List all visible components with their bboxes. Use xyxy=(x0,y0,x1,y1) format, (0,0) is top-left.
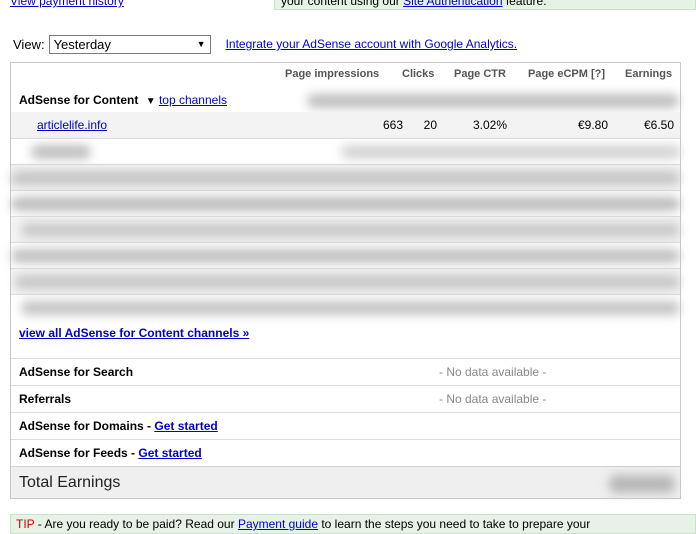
referrals-no-data: - No data available - xyxy=(439,392,547,406)
google-analytics-integration-link[interactable]: Integrate your AdSense account with Goog… xyxy=(226,37,518,51)
earnings-value: €6.50 xyxy=(643,118,674,132)
date-range-select[interactable]: Yesterday ▼ xyxy=(48,34,211,54)
table-row-redacted xyxy=(11,138,681,164)
section-title-text: AdSense for Content xyxy=(19,93,139,107)
table-row-redacted xyxy=(11,164,680,190)
adsense-for-search-row: AdSense for Search - No data available - xyxy=(11,358,680,384)
column-page-ecpm[interactable]: Page eCPM [?] xyxy=(528,68,605,80)
notice-suffix: feature. xyxy=(505,0,547,8)
chevron-down-icon[interactable]: ▼ xyxy=(146,96,156,107)
domains-title: AdSense for Domains xyxy=(19,419,144,433)
view-payment-history-link[interactable]: View payment history xyxy=(10,0,124,8)
redacted-region xyxy=(31,145,91,159)
table-row-redacted xyxy=(11,294,680,320)
column-earnings: Earnings xyxy=(625,68,673,80)
view-all-content-channels-link[interactable]: view all AdSense for Content channels » xyxy=(19,326,249,340)
redacted-region xyxy=(11,171,680,185)
domains-get-started-link[interactable]: Get started xyxy=(154,419,217,433)
table-row-redacted xyxy=(11,216,680,242)
redacted-region xyxy=(21,223,680,237)
search-title: AdSense for Search xyxy=(19,365,134,379)
site-auth-notice: your content using our Site Authenticati… xyxy=(274,0,696,10)
impressions-value: 663 xyxy=(382,118,403,132)
referrals-row: Referrals - No data available - xyxy=(11,385,680,412)
feeds-get-started-link[interactable]: Get started xyxy=(138,446,201,460)
earnings-table: Page impressions Clicks Page CTR Page eC… xyxy=(10,62,681,499)
notice-text: your content using our xyxy=(281,0,400,8)
redacted-region xyxy=(307,94,679,108)
total-earnings-row: Total Earnings xyxy=(11,466,680,498)
feeds-title-wrap: AdSense for Feeds - Get started xyxy=(19,446,202,460)
total-earnings-label: Total Earnings xyxy=(19,474,121,491)
site-authentication-link[interactable]: Site Authentication xyxy=(403,0,502,8)
column-page-impressions: Page impressions xyxy=(285,68,380,80)
table-row: articlelife.info 663 20 3.02% €9.80 €6.5… xyxy=(11,112,680,138)
ctr-value: 3.02% xyxy=(472,118,507,132)
redacted-region xyxy=(11,249,680,263)
redacted-region xyxy=(11,197,680,211)
ecpm-value: €9.80 xyxy=(577,118,608,132)
column-page-ctr: Page CTR xyxy=(454,68,506,80)
redacted-region xyxy=(341,145,681,159)
domains-title-wrap: AdSense for Domains - Get started xyxy=(19,419,218,433)
column-clicks: Clicks xyxy=(402,68,435,80)
tip-text-1: - Are you ready to be paid? Read our xyxy=(37,517,235,531)
table-row-redacted xyxy=(11,242,680,268)
tip-banner: TIP - Are you ready to be paid? Read our… xyxy=(10,514,696,534)
channel-link[interactable]: articlelife.info xyxy=(37,118,107,132)
date-range-value: Yesterday xyxy=(53,36,111,52)
adsense-for-domains-row: AdSense for Domains - Get started xyxy=(11,412,680,439)
dropdown-arrow-icon: ▼ xyxy=(196,39,206,49)
table-row-redacted xyxy=(11,268,680,294)
tip-text-2: to learn the steps you need to take to p… xyxy=(321,517,591,531)
feeds-title: AdSense for Feeds xyxy=(19,446,128,460)
redacted-region xyxy=(15,275,680,289)
adsense-for-feeds-row: AdSense for Feeds - Get started xyxy=(11,439,680,466)
referrals-title: Referrals xyxy=(19,392,72,406)
payment-guide-link[interactable]: Payment guide xyxy=(238,517,318,531)
redacted-region xyxy=(609,475,675,493)
clicks-value: 20 xyxy=(423,118,437,132)
redacted-region xyxy=(21,301,680,315)
search-no-data: - No data available - xyxy=(439,365,547,379)
view-row: View: Yesterday ▼ Integrate your AdSense… xyxy=(13,34,517,54)
table-row-redacted xyxy=(11,190,680,216)
tip-label: TIP xyxy=(16,517,35,531)
adsense-for-content-heading: AdSense for Content ▼ top channels xyxy=(19,93,227,107)
top-channels-link[interactable]: top channels xyxy=(159,93,227,107)
view-label: View: xyxy=(13,36,45,52)
